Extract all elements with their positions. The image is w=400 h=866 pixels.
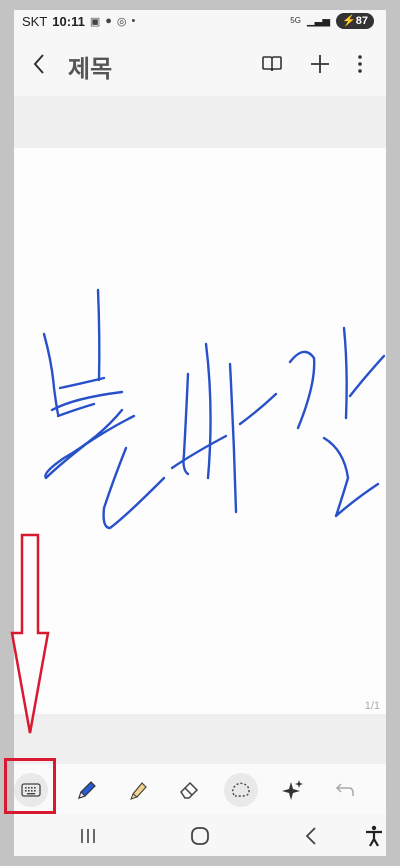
more-notifications-dot-icon: • (131, 15, 136, 27)
ink-stroke (102, 446, 166, 530)
ink-stroke (342, 326, 348, 420)
accessibility-icon[interactable] (362, 824, 386, 848)
highlighter-tool-button[interactable] (122, 773, 156, 807)
ink-stroke (238, 392, 278, 426)
handwriting-strokes (42, 288, 386, 530)
undo-icon (335, 783, 354, 796)
battery-level: 87 (355, 15, 368, 27)
note-title[interactable]: 제목 (68, 49, 112, 84)
pen-icon (78, 781, 96, 799)
ink-stroke (58, 376, 106, 390)
app-bar: 제목 (14, 32, 386, 96)
back-nav-icon[interactable] (300, 824, 324, 848)
carrier-label: SKT (22, 13, 48, 29)
home-icon[interactable] (188, 824, 212, 848)
ink-stroke (170, 434, 228, 470)
message-notification-icon: ● (105, 15, 112, 27)
highlighter-icon (130, 782, 147, 800)
ink-stroke (44, 408, 136, 480)
ink-stroke (204, 342, 212, 480)
status-bar: SKT 10:11 ▣ ● ◎ • 5G ▁▃▅ ⚡87 (14, 10, 386, 32)
ink-stroke (322, 436, 380, 518)
back-arrow-icon[interactable] (28, 52, 52, 76)
ink-stroke (96, 288, 101, 382)
book-view-icon[interactable] (260, 52, 284, 76)
pen-tool-button[interactable] (70, 773, 104, 807)
more-options-icon[interactable] (348, 52, 372, 76)
clock: 10:11 (52, 13, 85, 29)
system-navigation-bar (14, 816, 386, 856)
page-margin-bottom (14, 714, 386, 764)
ai-sparkle-icon (282, 780, 303, 800)
screenshot-notification-icon: ▣ (89, 15, 101, 28)
annotation-highlight-box (4, 758, 56, 814)
pen-toolbar (14, 764, 386, 814)
ink-stroke (42, 332, 60, 416)
eraser-icon (180, 781, 199, 799)
recent-apps-icon[interactable] (76, 824, 100, 848)
page-margin-top (14, 96, 386, 148)
add-icon[interactable] (308, 52, 332, 76)
network-type: 5G (290, 16, 301, 25)
handwriting-canvas[interactable] (14, 148, 386, 714)
ink-stroke (288, 350, 316, 430)
annotation-arrow (10, 533, 50, 734)
undo-button[interactable] (328, 773, 362, 807)
lasso-icon (232, 782, 250, 797)
battery-badge: ⚡87 (336, 13, 374, 29)
ai-assist-button[interactable] (276, 773, 310, 807)
ink-stroke (228, 362, 238, 514)
lasso-tool-button[interactable] (224, 773, 258, 807)
eraser-tool-button[interactable] (172, 773, 206, 807)
location-notification-icon: ◎ (116, 15, 127, 28)
signal-icon: ▁▃▅ (306, 15, 331, 27)
phone-screen: SKT 10:11 ▣ ● ◎ • 5G ▁▃▅ ⚡87 제목 1/1 (14, 10, 386, 856)
ink-stroke (348, 354, 386, 398)
page-indicator: 1/1 (364, 700, 380, 712)
